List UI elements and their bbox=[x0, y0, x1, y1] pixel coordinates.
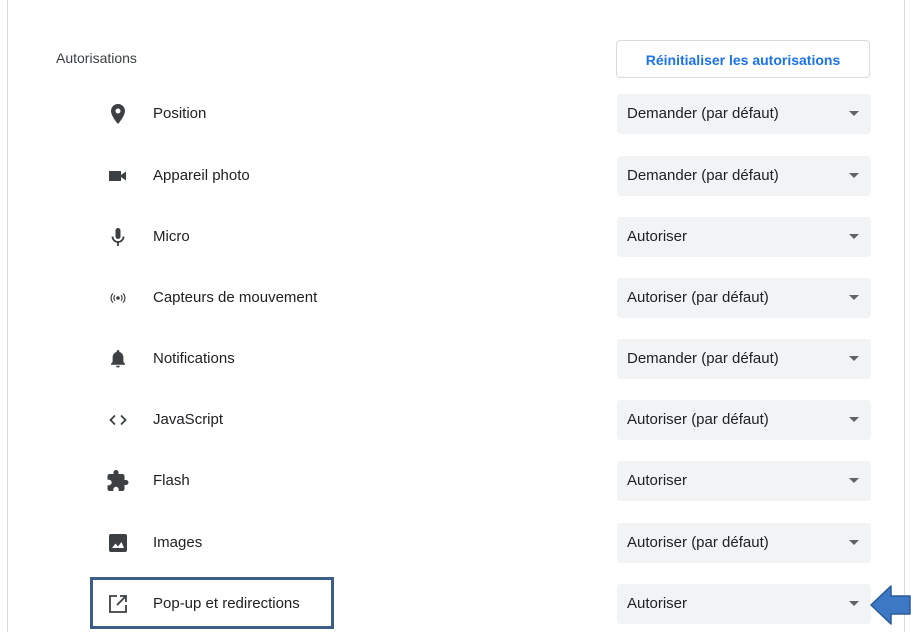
permission-row-camera: Appareil photo Demander (par défaut) bbox=[56, 156, 872, 196]
permission-select-value: Autoriser bbox=[627, 472, 688, 489]
permission-row-position: Position Demander (par défaut) bbox=[56, 94, 872, 134]
section-title: Autorisations bbox=[56, 50, 137, 66]
permission-select-value: Autoriser (par défaut) bbox=[627, 289, 769, 306]
permission-row-microphone: Micro Autoriser bbox=[56, 217, 872, 257]
permission-label: Micro bbox=[153, 228, 190, 245]
dropdown-caret-icon bbox=[849, 111, 859, 116]
permission-select-value: Autoriser bbox=[627, 595, 688, 612]
permission-select[interactable]: Autoriser bbox=[617, 217, 871, 257]
permission-row-flash: Flash Autoriser bbox=[56, 461, 872, 501]
permission-select-value: Demander (par défaut) bbox=[627, 350, 779, 367]
permission-select[interactable]: Autoriser (par défaut) bbox=[617, 523, 871, 563]
dropdown-caret-icon bbox=[849, 601, 859, 606]
permissions-header: Autorisations Réinitialiser les autorisa… bbox=[56, 40, 872, 80]
permission-row-images: Images Autoriser (par défaut) bbox=[56, 523, 872, 563]
permission-label: Position bbox=[153, 105, 207, 122]
permission-label: Appareil photo bbox=[153, 167, 250, 184]
image-icon bbox=[106, 531, 130, 555]
camera-icon bbox=[106, 164, 130, 188]
permission-row-motion-sensors: Capteurs de mouvement Autoriser (par déf… bbox=[56, 278, 872, 318]
location-pin-icon bbox=[106, 102, 130, 126]
permission-row-javascript: JavaScript Autoriser (par défaut) bbox=[56, 400, 872, 440]
permission-label: Capteurs de mouvement bbox=[153, 289, 318, 306]
permission-select[interactable]: Autoriser bbox=[617, 584, 871, 624]
permission-select[interactable]: Demander (par défaut) bbox=[617, 94, 871, 134]
permission-select-value: Demander (par défaut) bbox=[627, 167, 779, 184]
left-border bbox=[7, 0, 8, 632]
highlight-outline bbox=[90, 577, 334, 629]
permission-label: Notifications bbox=[153, 350, 235, 367]
permission-select[interactable]: Autoriser (par défaut) bbox=[617, 278, 871, 318]
permission-label: Flash bbox=[153, 472, 190, 489]
permission-select-value: Autoriser (par défaut) bbox=[627, 411, 769, 428]
permission-row-notifications: Notifications Demander (par défaut) bbox=[56, 339, 872, 379]
permission-label: Images bbox=[153, 534, 203, 551]
permission-select-value: Autoriser (par défaut) bbox=[627, 534, 769, 551]
permission-select[interactable]: Autoriser bbox=[617, 461, 871, 501]
pointer-arrow-icon bbox=[870, 584, 911, 626]
dropdown-caret-icon bbox=[849, 295, 859, 300]
permission-select[interactable]: Demander (par défaut) bbox=[617, 339, 871, 379]
dropdown-caret-icon bbox=[849, 540, 859, 545]
dropdown-caret-icon bbox=[849, 417, 859, 422]
site-settings-page: Autorisations Réinitialiser les autorisa… bbox=[0, 0, 911, 632]
right-border bbox=[904, 0, 905, 632]
microphone-icon bbox=[106, 225, 130, 249]
permission-select[interactable]: Autoriser (par défaut) bbox=[617, 400, 871, 440]
permission-select-value: Demander (par défaut) bbox=[627, 105, 779, 122]
code-brackets-icon bbox=[106, 408, 130, 432]
permission-select-value: Autoriser bbox=[627, 228, 688, 245]
motion-sensors-icon bbox=[106, 286, 130, 310]
dropdown-caret-icon bbox=[849, 234, 859, 239]
permission-label: JavaScript bbox=[153, 411, 224, 428]
dropdown-caret-icon bbox=[849, 356, 859, 361]
permission-select[interactable]: Demander (par défaut) bbox=[617, 156, 871, 196]
dropdown-caret-icon bbox=[849, 478, 859, 483]
reset-permissions-button[interactable]: Réinitialiser les autorisations bbox=[616, 40, 870, 78]
dropdown-caret-icon bbox=[849, 173, 859, 178]
puzzle-piece-icon bbox=[106, 469, 130, 493]
bell-icon bbox=[106, 347, 130, 371]
